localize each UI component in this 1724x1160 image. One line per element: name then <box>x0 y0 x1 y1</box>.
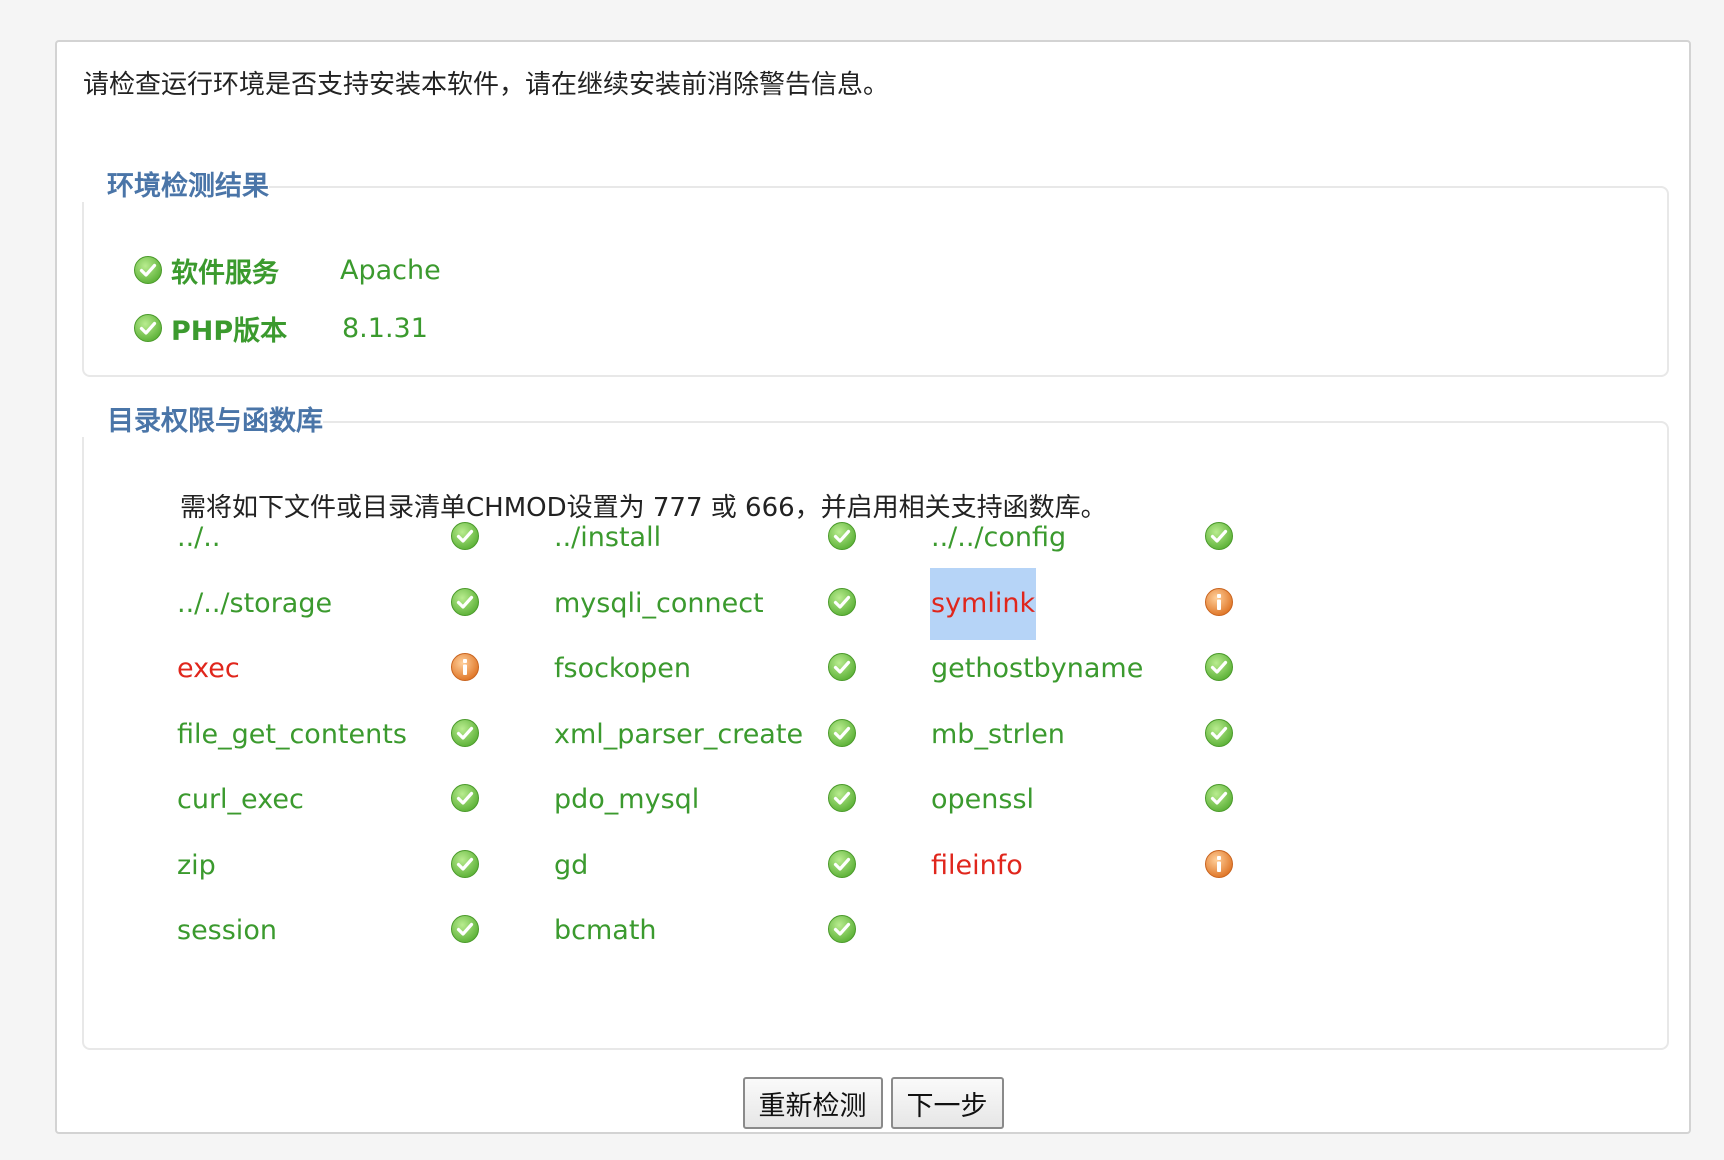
env-value: Apache <box>340 254 441 286</box>
permission-item-name: mb_strlen <box>931 718 1065 750</box>
permission-item-name: ../../config <box>931 522 1067 553</box>
install-check-panel: 请检查运行环境是否支持安装本软件，请在继续安装前消除警告信息。 环境检测结果 软… <box>55 40 1691 1134</box>
check-circle-icon <box>450 849 480 879</box>
env-value: 8.1.31 <box>342 312 428 344</box>
permission-item-name: fsockopen <box>554 653 691 684</box>
permission-item-name: zip <box>177 849 216 881</box>
permission-item-name: gethostbyname <box>931 653 1144 684</box>
check-circle-icon <box>827 914 857 944</box>
dir-permission-section: 目录权限与函数库 需将如下文件或目录清单CHMOD设置为 777 或 666，并… <box>82 407 1669 1050</box>
permission-item-name: exec <box>177 653 240 684</box>
permission-item-name: ../.. <box>177 522 221 553</box>
permission-item-name: ../../storage <box>177 587 333 619</box>
check-circle-icon <box>827 718 857 748</box>
info-warning-icon <box>1204 587 1234 617</box>
dir-permission-legend: 目录权限与函数库 <box>107 406 323 437</box>
permission-item-name: symlink <box>930 567 1037 640</box>
permission-item-name: ../install <box>554 522 662 553</box>
permission-item-name: session <box>177 915 277 946</box>
env-label: PHP版本 <box>171 315 288 347</box>
info-warning-icon <box>1204 849 1234 879</box>
check-circle-icon <box>827 521 857 551</box>
check-circle-icon <box>133 313 163 343</box>
permission-item-name: mysqli_connect <box>554 587 764 619</box>
check-circle-icon <box>450 521 480 551</box>
permission-item-name: pdo_mysql <box>554 784 700 815</box>
env-row-php: PHP版本 8.1.31 <box>133 308 428 348</box>
intro-text: 请检查运行环境是否支持安装本软件，请在继续安装前消除警告信息。 <box>83 70 890 100</box>
permission-item-name: curl_exec <box>177 784 304 815</box>
check-circle-icon <box>450 587 480 617</box>
info-warning-icon <box>450 652 480 682</box>
check-circle-icon <box>1204 783 1234 813</box>
env-row-server: 软件服务 Apache <box>133 250 441 290</box>
permission-item-name: openssl <box>931 784 1035 815</box>
check-circle-icon <box>827 652 857 682</box>
check-circle-icon <box>1204 652 1234 682</box>
permission-item-name: xml_parser_create <box>554 718 804 750</box>
env-label: 软件服务 <box>171 257 279 289</box>
permission-item-name: bcmath <box>554 915 657 946</box>
check-circle-icon <box>450 783 480 813</box>
permission-item-name: fileinfo <box>931 849 1023 881</box>
action-buttons: 重新检测 下一步 <box>57 1077 1689 1129</box>
permission-item-name: gd <box>554 849 589 881</box>
check-circle-icon <box>1204 521 1234 551</box>
env-check-legend: 环境检测结果 <box>107 171 269 202</box>
check-circle-icon <box>827 783 857 813</box>
check-circle-icon <box>450 718 480 748</box>
check-circle-icon <box>133 255 163 285</box>
check-circle-icon <box>1204 718 1234 748</box>
env-check-section: 环境检测结果 软件服务 Apache PHP版本 8.1.31 <box>82 172 1669 377</box>
check-circle-icon <box>827 587 857 617</box>
check-circle-icon <box>450 914 480 944</box>
next-step-button[interactable]: 下一步 <box>890 1077 1004 1129</box>
recheck-button[interactable]: 重新检测 <box>742 1077 883 1129</box>
permission-item-name: file_get_contents <box>177 718 407 750</box>
check-circle-icon <box>827 849 857 879</box>
